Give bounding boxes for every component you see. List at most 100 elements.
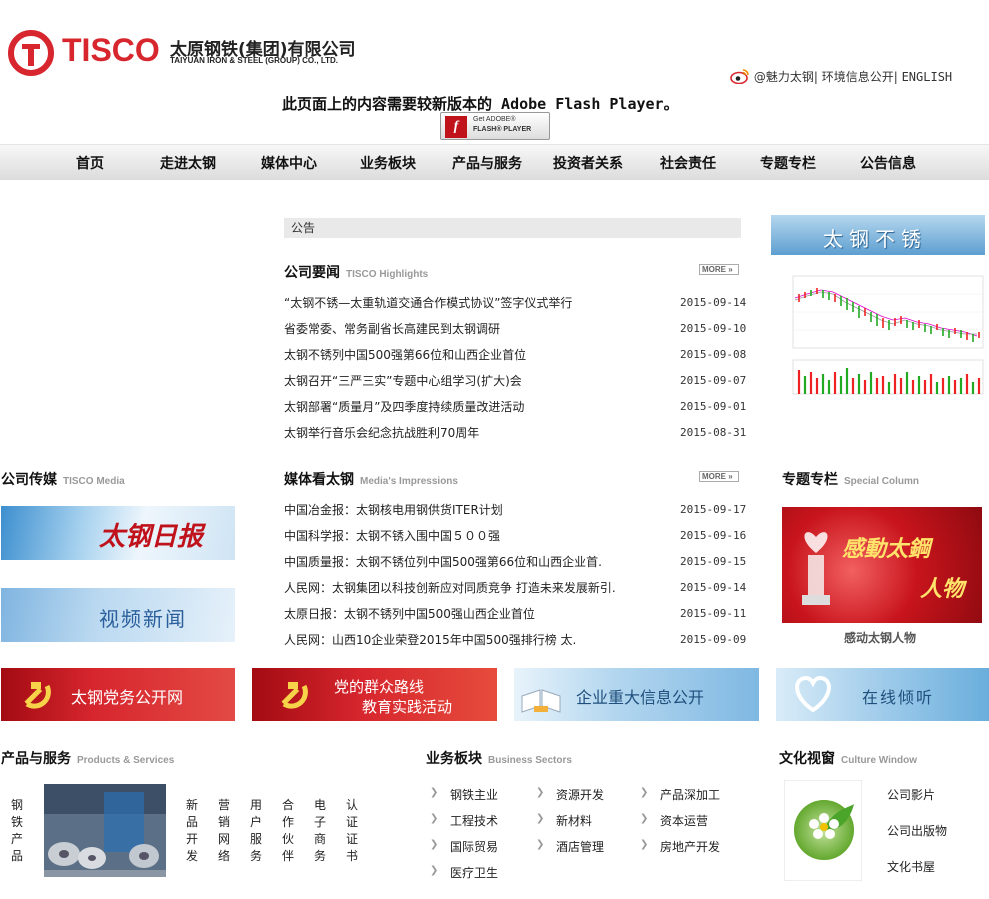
chevron-right-icon: ❯ <box>640 839 649 850</box>
highlights-more-button[interactable]: MORE » <box>699 264 739 275</box>
news-date: 2015-09-01 <box>680 400 747 413</box>
chevron-right-icon: ❯ <box>536 813 545 824</box>
party-emblem-icon <box>24 682 51 709</box>
culture-item[interactable]: 公司出版物 <box>887 822 947 839</box>
mass-line-banner[interactable]: 党的群众路线 教育实践活动 <box>252 668 497 721</box>
news-date: 2015-09-08 <box>680 348 747 361</box>
business-item[interactable]: 钢铁主业 <box>450 786 498 803</box>
weibo-icon[interactable] <box>730 68 750 84</box>
list-item[interactable]: 太钢召开“三严三实”专题中心组学习(扩大)会 <box>284 372 522 389</box>
flash-icon: f <box>445 116 467 138</box>
chevron-right-icon: ❯ <box>430 813 439 824</box>
news-date: 2015-09-14 <box>680 296 747 309</box>
heart-icon <box>795 675 831 713</box>
chevron-right-icon: ❯ <box>536 787 545 798</box>
special-column-caption[interactable]: 感动太钢人物 <box>844 629 916 646</box>
list-item[interactable]: 人民网：太钢集团以科技创新应对同质竞争 打造未来发展新引. <box>284 579 616 596</box>
business-item[interactable]: 房地产开发 <box>660 838 720 855</box>
news-date: 2015-09-15 <box>680 555 747 568</box>
news-date: 2015-08-31 <box>680 426 747 439</box>
business-item[interactable]: 酒店管理 <box>556 838 604 855</box>
chevron-right-icon: ❯ <box>430 787 439 798</box>
news-date: 2015-09-17 <box>680 503 747 516</box>
list-item[interactable]: 太钢不锈列中国500强第66位和山西企业首位 <box>284 346 526 363</box>
tisco-daily-banner[interactable]: 太钢日报 <box>1 506 235 560</box>
stainless-banner[interactable]: 太钢不锈 <box>771 215 985 255</box>
list-item[interactable]: 人民网：山西10企业荣登2015年中国500强排行榜 太. <box>284 631 576 648</box>
globe-leaf-image[interactable] <box>784 780 862 881</box>
product-link[interactable]: 认证证书 <box>345 797 359 865</box>
environment-info-link[interactable]: 环境信息公开 <box>822 70 894 84</box>
company-media-header: 公司传媒 TISCO Media <box>1 472 125 488</box>
list-item[interactable]: 中国质量报：太钢不锈位列中国500强第66位和山西企业首. <box>284 553 602 570</box>
business-header: 业务板块 Business Sectors <box>426 751 572 767</box>
news-date: 2015-09-10 <box>680 322 747 335</box>
business-item[interactable]: 产品深加工 <box>660 786 720 803</box>
media-more-button[interactable]: MORE » <box>699 471 739 482</box>
party-emblem-icon <box>281 682 308 709</box>
video-news-banner[interactable]: 视频新闻 <box>1 588 235 642</box>
product-link[interactable]: 合作伙伴 <box>281 797 295 865</box>
chevron-right-icon: ❯ <box>430 839 439 850</box>
main-nav: 首页 走进太钢 媒体中心 业务板块 产品与服务 投资者关系 社会责任 专题专栏 … <box>0 144 989 180</box>
logo-wordmark[interactable]: TISCO <box>62 32 160 69</box>
culture-item[interactable]: 文化书屋 <box>887 858 935 875</box>
nav-investors[interactable]: 投资者关系 <box>553 153 623 173</box>
steel-coils-image[interactable] <box>44 784 166 877</box>
product-link[interactable]: 电子商务 <box>313 797 327 865</box>
news-date: 2015-09-16 <box>680 529 747 542</box>
tisco-logo-icon[interactable] <box>8 30 54 76</box>
products-header: 产品与服务 Products & Services <box>1 751 175 767</box>
news-date: 2015-09-11 <box>680 607 747 620</box>
book-icon <box>521 689 561 713</box>
business-item[interactable]: 工程技术 <box>450 812 498 829</box>
culture-item[interactable]: 公司影片 <box>887 786 935 803</box>
nav-social-responsibility[interactable]: 社会责任 <box>660 153 716 173</box>
stock-chart-image[interactable] <box>787 268 985 400</box>
flash-required-message: 此页面上的内容需要较新版本的 Adobe Flash Player。 <box>282 95 679 113</box>
business-item[interactable]: 国际贸易 <box>450 838 498 855</box>
nav-special-column[interactable]: 专题专栏 <box>760 153 816 173</box>
business-item[interactable]: 医疗卫生 <box>450 864 498 881</box>
media-impressions-header: 媒体看太钢 Media's Impressions <box>284 472 458 488</box>
nav-business[interactable]: 业务板块 <box>360 153 416 173</box>
business-item[interactable]: 资源开发 <box>556 786 604 803</box>
list-item[interactable]: 省委常委、常务副省长高建民到太钢调研 <box>284 320 500 337</box>
chevron-right-icon: ❯ <box>640 787 649 798</box>
chevron-right-icon: ❯ <box>536 839 545 850</box>
weibo-link[interactable]: @魅力太钢 <box>754 70 814 84</box>
news-date: 2015-09-14 <box>680 581 747 594</box>
get-flash-player-button[interactable]: f Get ADOBE® FLASH® PLAYER <box>440 112 550 140</box>
special-column-header: 专题专栏 Special Column <box>782 472 920 488</box>
business-item[interactable]: 新材料 <box>556 812 592 829</box>
notice-bar[interactable]: 公告 <box>284 218 741 238</box>
trophy-icon <box>802 532 830 605</box>
nav-products[interactable]: 产品与服务 <box>452 153 522 173</box>
news-date: 2015-09-07 <box>680 374 747 387</box>
product-link[interactable]: 营销网络 <box>217 797 231 865</box>
business-item[interactable]: 资本运营 <box>660 812 708 829</box>
nav-announcements[interactable]: 公告信息 <box>860 153 916 173</box>
company-name-en: TAIYUAN IRON & STEEL (GROUP) CO., LTD. <box>170 56 338 65</box>
product-link[interactable]: 用户服务 <box>249 797 263 865</box>
list-item[interactable]: 太钢部署“质量月”及四季度持续质量改进活动 <box>284 398 524 415</box>
list-item[interactable]: 中国冶金报：太钢核电用钢供货ITER计划 <box>284 501 503 518</box>
product-link[interactable]: 新品开发 <box>185 797 199 865</box>
highlights-header: 公司要闻 TISCO Highlights <box>284 265 429 281</box>
english-link[interactable]: ENGLISH <box>902 70 953 84</box>
top-links: @魅力太钢| 环境信息公开| ENGLISH <box>730 68 952 85</box>
steel-products-link[interactable]: 钢铁产品 <box>10 797 24 865</box>
list-item[interactable]: 中国科学报：太钢不锈入围中国５００强 <box>284 527 500 544</box>
party-affairs-banner[interactable]: 太钢党务公开网 <box>1 668 235 721</box>
list-item[interactable]: “太钢不锈—太重轨道交通合作模式协议”签字仪式举行 <box>284 294 572 311</box>
major-info-disclosure-banner[interactable]: 企业重大信息公开 <box>514 668 759 721</box>
nav-about[interactable]: 走进太钢 <box>160 153 216 173</box>
news-date: 2015-09-09 <box>680 633 747 646</box>
nav-media-center[interactable]: 媒体中心 <box>261 153 317 173</box>
touching-tisco-people-banner[interactable]: 感動太鋼 人物 <box>782 507 982 623</box>
nav-home[interactable]: 首页 <box>76 153 104 173</box>
online-listening-banner[interactable]: 在线倾听 <box>776 668 989 721</box>
list-item[interactable]: 太原日报：太钢不锈列中国500强山西企业首位 <box>284 605 535 622</box>
list-item[interactable]: 太钢举行音乐会纪念抗战胜利70周年 <box>284 424 479 441</box>
chevron-right-icon: ❯ <box>640 813 649 824</box>
